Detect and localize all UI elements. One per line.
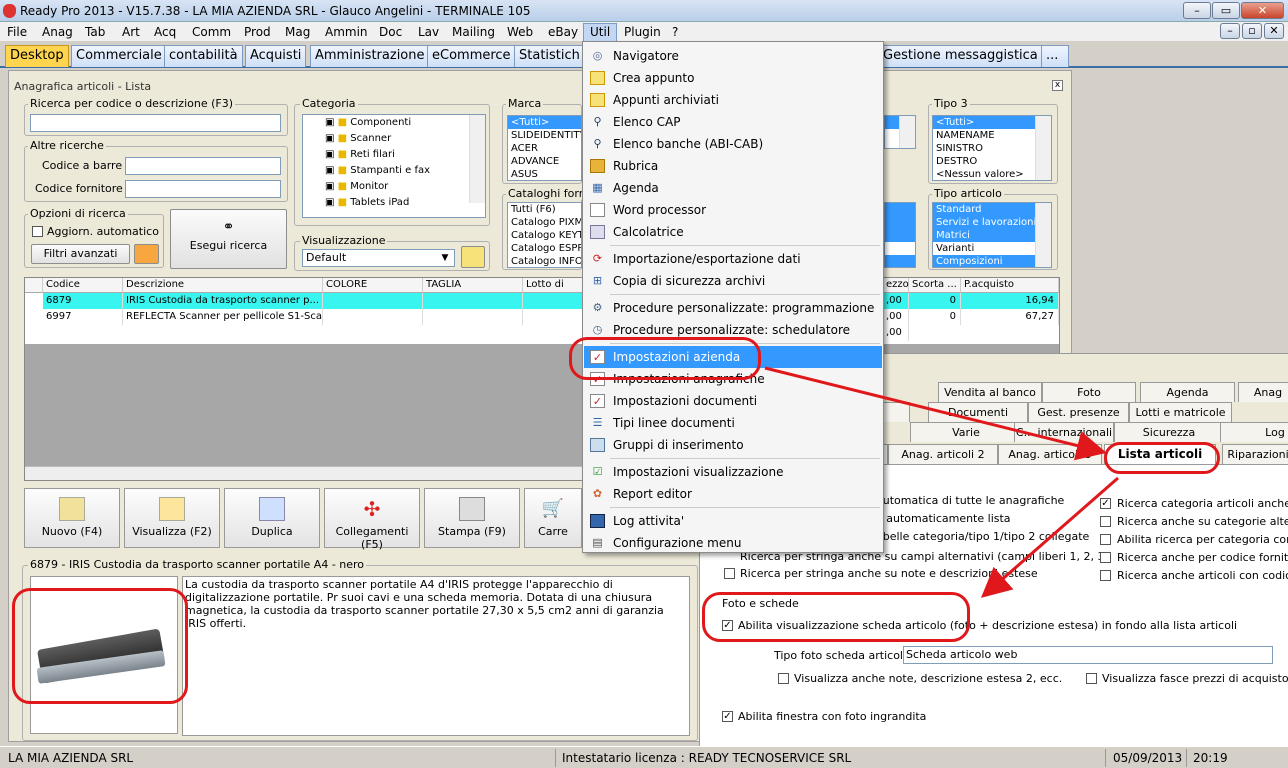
annotation-arrows xyxy=(764,366,1119,598)
status-bar: LA MIA AZIENDA SRL Intestatario licenza … xyxy=(0,746,1288,768)
status-company: LA MIA AZIENDA SRL xyxy=(8,751,134,765)
status-time: 20:19 xyxy=(1193,751,1228,765)
status-license: Intestatario licenza : READY TECNOSERVIC… xyxy=(562,751,852,765)
status-date: 05/09/2013 xyxy=(1113,751,1183,765)
